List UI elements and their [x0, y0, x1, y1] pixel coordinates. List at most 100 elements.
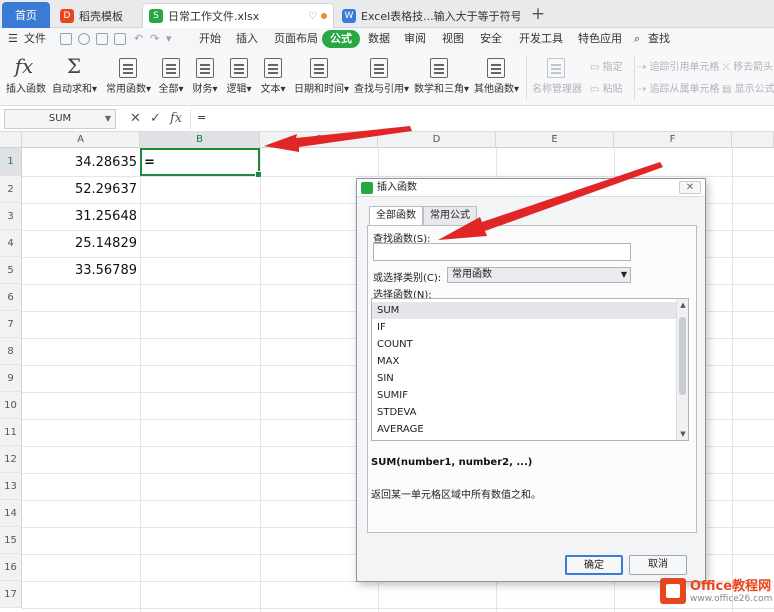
function-item-stdeva[interactable]: STDEVA	[372, 404, 676, 421]
row-header-9[interactable]: 9	[0, 365, 22, 392]
row-header-12[interactable]: 12	[0, 446, 22, 473]
column-header-g[interactable]	[732, 132, 774, 148]
row-header-3[interactable]: 3	[0, 203, 22, 230]
chevron-down-icon[interactable]: ▼	[105, 110, 111, 128]
name-box[interactable]: SUM ▼	[4, 109, 116, 129]
scroll-up-icon[interactable]: ▲	[677, 299, 688, 311]
function-item-count[interactable]: COUNT	[372, 336, 676, 353]
menu-insert[interactable]: 插入	[236, 30, 258, 48]
fx-icon[interactable]: fx	[170, 110, 182, 128]
quick-dropdown-icon[interactable]: ▾	[166, 30, 172, 48]
search-function-input[interactable]	[373, 243, 631, 261]
paste-button[interactable]: ▭ 粘贴	[590, 80, 623, 95]
save-icon[interactable]	[60, 33, 72, 45]
common-functions-button[interactable]: 常用函数▾	[106, 52, 151, 95]
function-list-scrollbar[interactable]: ▲ ▼	[676, 299, 688, 440]
undo-icon[interactable]: ↶	[134, 30, 143, 48]
math-button[interactable]: 数学和三角▾	[414, 52, 469, 95]
finance-button[interactable]: 财务▾	[192, 52, 218, 95]
add-tab-button[interactable]: +	[528, 4, 548, 24]
function-item-average[interactable]: AVERAGE	[372, 421, 676, 438]
active-cell-b1[interactable]: =	[140, 148, 262, 178]
row-header-7[interactable]: 7	[0, 311, 22, 338]
menu-icon[interactable]: ☰	[8, 30, 18, 48]
menu-review[interactable]: 审阅	[404, 30, 426, 48]
function-item-sumif[interactable]: SUMIF	[372, 387, 676, 404]
formula-input[interactable]: =	[190, 109, 770, 129]
menu-page-layout[interactable]: 页面布局	[274, 30, 318, 48]
dialog-title-bar[interactable]: 插入函数	[357, 179, 705, 197]
tab-common-formulas[interactable]: 常用公式	[423, 206, 477, 225]
row-header-10[interactable]: 10	[0, 392, 22, 419]
cell-a1[interactable]: 34.28635	[22, 149, 140, 176]
cell-a4[interactable]: 25.14829	[22, 230, 140, 257]
menu-developer[interactable]: 开发工具	[519, 30, 563, 48]
cancel-button[interactable]: 取消	[629, 555, 687, 575]
menu-formula[interactable]: 公式	[322, 30, 360, 48]
column-header-e[interactable]: E	[496, 132, 614, 148]
category-select[interactable]: 常用函数 ▼	[447, 267, 631, 283]
search-icon[interactable]: ⌕	[634, 30, 640, 48]
tab-template[interactable]: D 稻壳模板	[54, 3, 140, 28]
row-header-16[interactable]: 16	[0, 554, 22, 581]
autosum-button[interactable]: Σ 自动求和▾	[52, 52, 97, 95]
menu-security[interactable]: 安全	[480, 30, 502, 48]
print-preview-icon[interactable]	[78, 33, 90, 45]
format-painter-icon[interactable]	[114, 33, 126, 45]
function-item-sum[interactable]: SUM	[372, 302, 676, 319]
redo-icon[interactable]: ↷	[150, 30, 159, 48]
menu-special[interactable]: 特色应用	[578, 30, 622, 48]
menu-start[interactable]: 开始	[199, 30, 221, 48]
row-header-4[interactable]: 4	[0, 230, 22, 257]
function-item-if[interactable]: IF	[372, 319, 676, 336]
row-header-14[interactable]: 14	[0, 500, 22, 527]
row-header-1[interactable]: 1	[0, 148, 22, 176]
print-icon[interactable]	[96, 33, 108, 45]
function-item-max[interactable]: MAX	[372, 353, 676, 370]
cell-a5[interactable]: 33.56789	[22, 257, 140, 284]
specify-button[interactable]: ▭ 指定	[590, 58, 623, 73]
show-formulas-button[interactable]: ▤ 显示公式	[722, 80, 774, 95]
scroll-down-icon[interactable]: ▼	[677, 428, 688, 440]
logic-button[interactable]: 逻辑▾	[226, 52, 252, 95]
name-manager-button[interactable]: 名称管理器	[532, 52, 582, 95]
lookup-button[interactable]: 查找与引用▾	[354, 52, 409, 95]
row-header-11[interactable]: 11	[0, 419, 22, 446]
column-header-f[interactable]: F	[614, 132, 732, 148]
column-header-a[interactable]: A	[22, 132, 140, 148]
cell-a3[interactable]: 31.25648	[22, 203, 140, 230]
column-header-b[interactable]: B	[140, 132, 260, 148]
other-functions-button[interactable]: 其他函数▾	[474, 52, 519, 95]
remove-arrows-button[interactable]: ⤫ 移去箭头	[722, 58, 773, 73]
menu-data[interactable]: 数据	[368, 30, 390, 48]
row-header-17[interactable]: 17	[0, 581, 22, 608]
insert-function-button[interactable]: fx 插入函数	[6, 52, 46, 95]
cell-a2[interactable]: 52.29637	[22, 176, 140, 203]
text-button[interactable]: 文本▾	[260, 52, 286, 95]
scroll-thumb[interactable]	[679, 317, 686, 395]
function-item-sin[interactable]: SIN	[372, 370, 676, 387]
column-header-d[interactable]: D	[378, 132, 496, 148]
row-header-5[interactable]: 5	[0, 257, 22, 284]
close-icon[interactable]: ✕	[679, 181, 701, 194]
row-header-15[interactable]: 15	[0, 527, 22, 554]
ok-button[interactable]: 确定	[565, 555, 623, 575]
menu-search[interactable]: 查找	[648, 30, 670, 48]
tab-home[interactable]: 首页	[2, 2, 50, 28]
trace-precedents-button[interactable]: ⇢ 追踪引用单元格	[638, 58, 720, 73]
tab-active-document[interactable]: S 日常工作文件.xlsx ♡	[142, 3, 334, 28]
menu-view[interactable]: 视图	[442, 30, 464, 48]
cloud-sync-icon[interactable]: ♡	[308, 11, 317, 22]
row-header-13[interactable]: 13	[0, 473, 22, 500]
function-list[interactable]: SUM IF COUNT MAX SIN SUMIF STDEVA AVERAG…	[371, 298, 689, 441]
row-header-2[interactable]: 2	[0, 176, 22, 203]
row-header-6[interactable]: 6	[0, 284, 22, 311]
row-header-8[interactable]: 8	[0, 338, 22, 365]
cancel-formula-icon[interactable]: ✕	[130, 110, 141, 128]
tab-excel-doc[interactable]: W Excel表格技...输入大于等于符号 ♡ •	[336, 3, 520, 28]
menu-file[interactable]: 文件	[24, 30, 46, 48]
trace-dependents-button[interactable]: ⇢ 追踪从属单元格	[638, 80, 720, 95]
confirm-formula-icon[interactable]: ✓	[150, 110, 161, 128]
column-header-c[interactable]: C	[260, 132, 378, 148]
datetime-button[interactable]: 日期和时间▾	[294, 52, 349, 95]
